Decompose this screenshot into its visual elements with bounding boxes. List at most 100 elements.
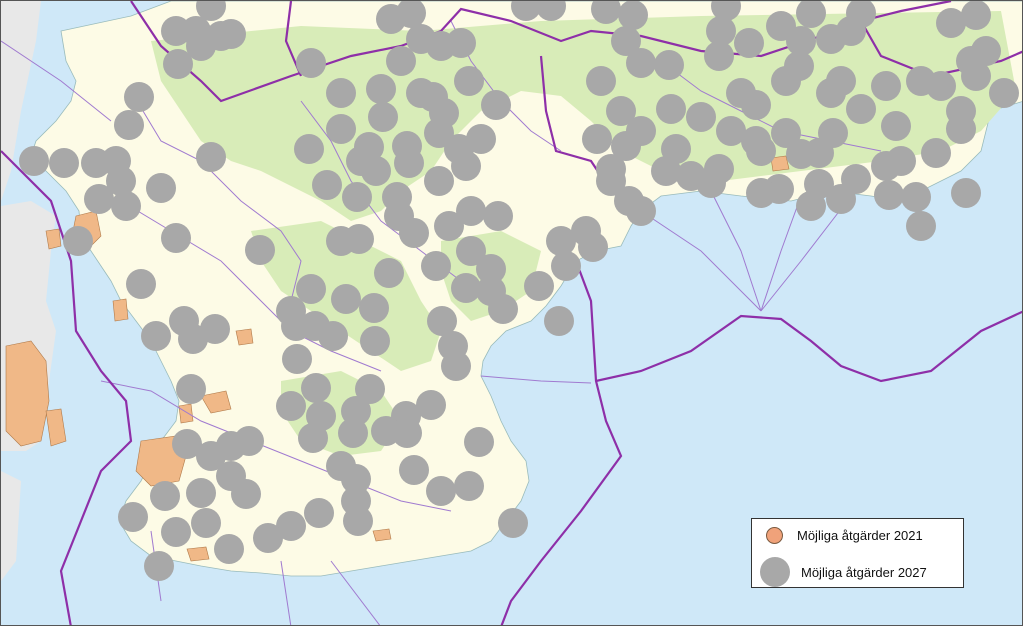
marker-2027 xyxy=(176,374,206,404)
marker-2027 xyxy=(161,223,191,253)
marker-2027 xyxy=(454,66,484,96)
marker-2027 xyxy=(326,78,356,108)
marker-2027 xyxy=(906,211,936,241)
marker-2027 xyxy=(784,51,814,81)
marker-2027 xyxy=(651,156,681,186)
marker-2027 xyxy=(276,391,306,421)
marker-2027 xyxy=(386,46,416,76)
marker-2027 xyxy=(626,196,656,226)
legend-item-2021: Möjliga åtgärder 2021 xyxy=(766,527,923,544)
marker-2027 xyxy=(359,293,389,323)
marker-2027 xyxy=(551,251,581,281)
marker-2027 xyxy=(871,71,901,101)
marker-2027 xyxy=(582,124,612,154)
marker-2027 xyxy=(921,138,951,168)
marker-2027 xyxy=(392,418,422,448)
marker-2027 xyxy=(84,184,114,214)
marker-2027 xyxy=(464,427,494,457)
marker-2027 xyxy=(399,218,429,248)
marker-2027 xyxy=(231,479,261,509)
marker-2027 xyxy=(424,166,454,196)
marker-2027 xyxy=(338,418,368,448)
marker-2027 xyxy=(454,471,484,501)
marker-2027 xyxy=(704,41,734,71)
marker-2027 xyxy=(186,478,216,508)
marker-2027 xyxy=(114,110,144,140)
marker-2027 xyxy=(446,28,476,58)
marker-2027 xyxy=(421,251,451,281)
marker-2027 xyxy=(366,74,396,104)
marker-2027 xyxy=(331,284,361,314)
marker-2027 xyxy=(796,191,826,221)
legend-label-2021: Möjliga åtgärder 2021 xyxy=(797,528,923,543)
marker-2027 xyxy=(874,180,904,210)
marker-2027 xyxy=(886,146,916,176)
legend-label-2027: Möjliga åtgärder 2027 xyxy=(801,564,927,580)
marker-2027 xyxy=(696,168,726,198)
marker-2027 xyxy=(961,61,991,91)
marker-2027 xyxy=(191,508,221,538)
marker-2027 xyxy=(816,78,846,108)
marker-2027 xyxy=(163,49,193,79)
marker-2027 xyxy=(146,173,176,203)
marker-2027 xyxy=(451,151,481,181)
marker-2027 xyxy=(466,124,496,154)
marker-2027 xyxy=(618,1,648,30)
marker-2027 xyxy=(586,66,616,96)
marker-2027 xyxy=(200,314,230,344)
marker-2027 xyxy=(394,148,424,178)
legend-swatch-2027 xyxy=(760,557,790,587)
marker-2027 xyxy=(488,294,518,324)
marker-2027 xyxy=(374,258,404,288)
marker-2027 xyxy=(344,224,374,254)
marker-2027 xyxy=(342,182,372,212)
marker-2027 xyxy=(741,90,771,120)
marker-2027 xyxy=(126,269,156,299)
legend-item-2027: Möjliga åtgärder 2027 xyxy=(760,557,927,587)
marker-2027 xyxy=(111,191,141,221)
marker-2027 xyxy=(141,321,171,351)
marker-2027 xyxy=(656,94,686,124)
marker-2027 xyxy=(399,455,429,485)
marker-2027 xyxy=(416,390,446,420)
marker-2027 xyxy=(544,306,574,336)
marker-2027 xyxy=(881,111,911,141)
marker-2027 xyxy=(298,423,328,453)
marker-2027 xyxy=(524,271,554,301)
marker-2027 xyxy=(818,118,848,148)
marker-2027 xyxy=(426,476,456,506)
marker-2027 xyxy=(360,326,390,356)
marker-2027 xyxy=(214,534,244,564)
marker-2027 xyxy=(578,232,608,262)
marker-2027 xyxy=(124,82,154,112)
marker-2027 xyxy=(483,201,513,231)
marker-2027 xyxy=(294,134,324,164)
marker-2027 xyxy=(481,90,511,120)
marker-2027 xyxy=(245,235,275,265)
marker-2027 xyxy=(456,196,486,226)
marker-2027 xyxy=(746,178,776,208)
marker-2027 xyxy=(498,508,528,538)
marker-2027 xyxy=(216,19,246,49)
marker-2027 xyxy=(196,142,226,172)
marker-2027 xyxy=(989,78,1019,108)
marker-2027 xyxy=(253,523,283,553)
marker-2027 xyxy=(961,1,991,30)
marker-2027 xyxy=(144,551,174,581)
map-canvas[interactable]: Möjliga åtgärder 2021 Möjliga åtgärder 2… xyxy=(0,0,1023,626)
legend-swatch-2021 xyxy=(766,527,783,544)
marker-2027 xyxy=(846,94,876,124)
marker-2027 xyxy=(161,517,191,547)
marker-2027 xyxy=(304,498,334,528)
marker-2027 xyxy=(841,164,871,194)
marker-2027 xyxy=(368,102,398,132)
marker-2027 xyxy=(118,502,148,532)
marker-2027 xyxy=(301,373,331,403)
marker-2027 xyxy=(946,96,976,126)
marker-2027 xyxy=(312,170,342,200)
marker-2027 xyxy=(734,28,764,58)
marker-2027 xyxy=(926,71,956,101)
marker-2027 xyxy=(49,148,79,178)
marker-2027 xyxy=(901,182,931,212)
marker-2027 xyxy=(441,351,471,381)
